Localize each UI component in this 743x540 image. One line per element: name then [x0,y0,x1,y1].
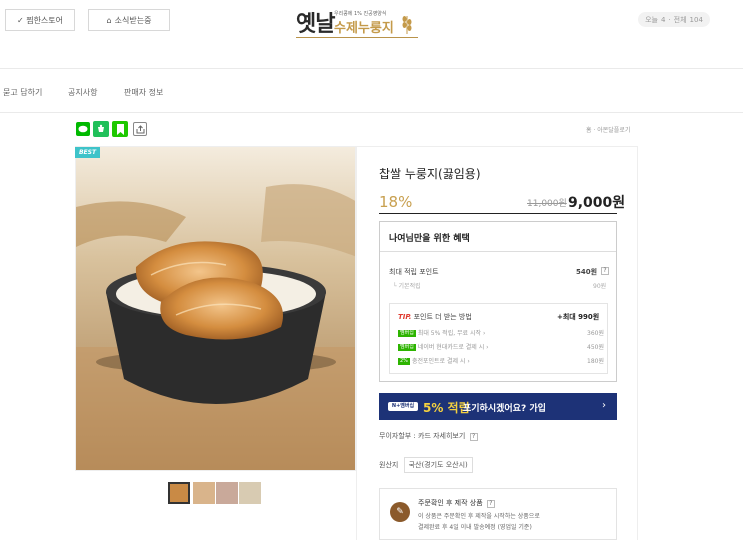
tip-box: TIP. 포인트 더 받는 방법 +최대 990원 멤버십 최대 5% 적립, 무… [389,303,608,374]
card-row-value: 450원 [587,344,604,351]
benefit-box: 나여님만을 위한 혜택 최대 적립 포인트 540원 ? └ 기본적립 90원 … [379,221,617,382]
membership-banner[interactable]: N+멤버십 5% 적립 포기하시겠어요? 가입 › [379,393,617,420]
tip-max-points: +최대 990원 [557,313,600,321]
tip-heading: TIP. 포인트 더 받는 방법 [398,313,472,321]
nav-seller-info[interactable]: 판매자 정보 [124,87,163,98]
thumbnail-2[interactable] [193,482,215,504]
installment-info[interactable]: 무이자할부 : 카드 자세히보기 ? [379,431,478,441]
banner-message: 포기하시겠어요? 가입 [463,404,546,414]
store-logo[interactable]: 옛날 우리콩에 1% 진공영양식 수제누룽지 [296,6,420,38]
sale-price: 9,000원 [568,195,626,211]
total-count: 104 [689,15,703,24]
charge-point-row[interactable]: 2% 충전포인트로 결제 시 › [398,356,470,365]
favorite-store-label: ✓ 찜한스토어 [16,15,64,25]
thumbnail-1[interactable] [168,482,190,504]
membership-row-value: 360원 [587,330,604,337]
logo-underline [296,37,418,38]
today-label: 오늘 [645,15,658,24]
breadcrumb[interactable]: 홈 · 아몬달플로기 [586,125,630,134]
logo-brand-text: 수제누룽지 [334,21,394,36]
news-subscribe-label: 소식받는중 [114,15,152,25]
basic-points-label: └ 기본적립 [393,283,421,290]
kakaostory-icon[interactable] [93,121,109,137]
header-divider [0,68,743,69]
membership-row[interactable]: 멤버십 최대 5% 적립, 무료 시작 › [398,328,485,337]
charge-point-row-value: 180원 [587,358,604,365]
thumbnail-4[interactable] [239,482,261,504]
origin-value: 국산(경기도 오산시) [403,457,473,473]
max-points-help[interactable]: ? [601,267,609,275]
line-icon[interactable] [76,122,90,136]
logo-main-text: 옛날 [296,12,335,37]
best-badge: BEST [75,147,100,158]
origin-row: 원산지 국산(경기도 오산시) [379,457,473,473]
band-icon[interactable] [112,121,128,137]
nav-notice[interactable]: 공지사항 [68,87,97,98]
share-icon[interactable] [133,122,147,136]
benefit-title: 나여님만을 위한 혜택 [380,222,616,252]
max-points-label: 최대 적립 포인트 [389,268,439,276]
favorite-store-button[interactable]: ✓ 찜한스토어 [5,9,75,31]
visitor-counter: 오늘 4 · 전체 104 [638,12,710,27]
price-divider [379,213,617,214]
product-image[interactable] [75,146,356,471]
made-to-order-line2: 결제완료 후 4일 이내 발송예정 (영업일 기준) [418,524,532,531]
made-to-order-line1: 이 상품은 주문확인 후 제작을 시작하는 상품으로 [418,513,540,520]
logo-tagline: 우리콩에 1% 진공영양식 [334,11,387,17]
made-to-order-box: ✎ 주문확인 후 제작 상품 ? 이 상품은 주문확인 후 제작을 시작하는 상… [379,488,617,540]
chevron-right-icon: › [602,400,606,411]
thumbnail-3[interactable] [216,482,238,504]
nav-qna[interactable]: 묻고 답하기 [3,87,42,98]
wheat-icon [402,16,412,34]
installment-help[interactable]: ? [469,433,478,441]
dot-separator: · [668,15,671,24]
max-points-value: 540원 [576,268,598,276]
product-title: 찹쌀 누룽지(끓임용) [379,167,481,181]
bell-icon: ⌂ [106,15,112,25]
card-row[interactable]: 멤버십 네이버 현대카드로 결제 시 › [398,342,489,351]
basic-points-value: 90원 [593,283,607,290]
total-label: 전체 [673,15,687,24]
today-count: 4 [660,15,666,24]
origin-label: 원산지 [379,461,399,469]
original-price: 11,000원 [527,199,567,209]
nav-divider [0,112,743,113]
discount-rate: 18% [379,193,413,211]
membership-tag: N+멤버십 [388,402,418,411]
document-icon: ✎ [390,502,410,522]
news-subscribe-button[interactable]: ⌂ 소식받는중 [88,9,170,31]
made-to-order-title: 주문확인 후 제작 상품 ? [418,498,495,508]
